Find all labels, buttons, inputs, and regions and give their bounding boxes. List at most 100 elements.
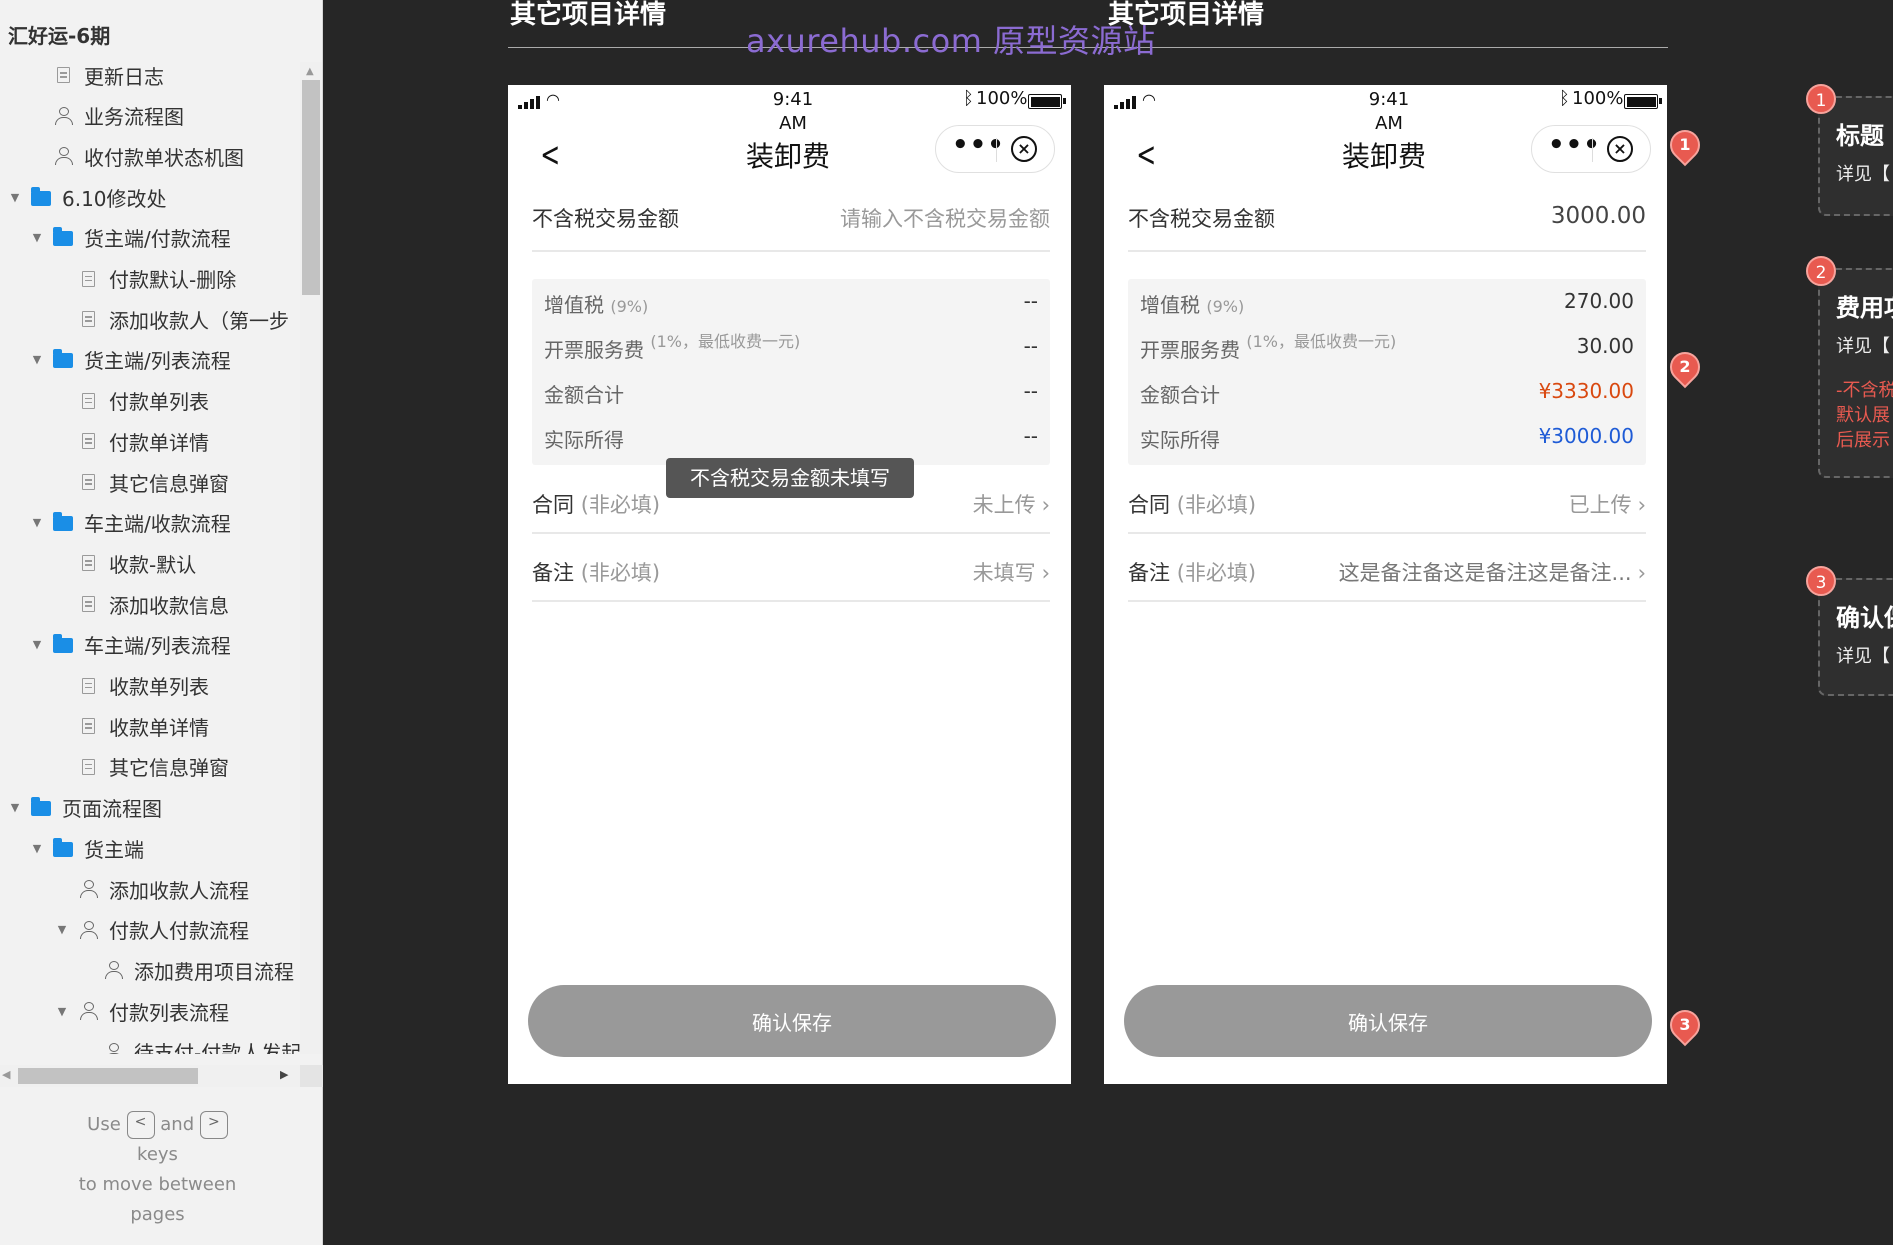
amount-row[interactable]: 不含税交易金额 3000.00 [1128, 203, 1646, 233]
close-icon[interactable]: × [1011, 136, 1037, 162]
sidebar-item-label: 收款-默认 [109, 552, 197, 577]
battery-percent: 100% [976, 88, 1028, 109]
sidebar-tree-item[interactable]: 业务流程图 [30, 97, 184, 135]
hint-line3: pages [130, 1204, 185, 1225]
contract-optional: (非必填) [580, 493, 661, 517]
battery-percent: 100% [1572, 88, 1624, 109]
sidebar-tree-item[interactable]: 付款单列表 [55, 382, 209, 420]
sidebar-tree-item[interactable]: 添加收款信息 [55, 585, 229, 623]
sidebar-tree-item[interactable]: 付款默认-删除 [55, 260, 236, 298]
scroll-left-arrow-icon[interactable]: ◀ [2, 1068, 10, 1081]
expand-arrow-icon[interactable]: ▼ [55, 923, 69, 936]
confirm-save-button[interactable]: 确认保存 [1124, 985, 1652, 1057]
flow-icon [77, 920, 99, 940]
horizontal-scroll-thumb[interactable] [18, 1068, 198, 1084]
back-arrow-icon[interactable]: < [540, 135, 560, 175]
expand-arrow-icon[interactable]: ▼ [30, 231, 44, 244]
amount-row[interactable]: 不含税交易金额 请输入不含税交易金额 [532, 203, 1050, 233]
remark-value[interactable]: 这是备注备这是备注这是备注... › [1339, 557, 1646, 587]
expand-arrow-icon[interactable]: ▼ [30, 353, 44, 366]
scroll-up-arrow-icon[interactable]: ▲ [306, 66, 314, 77]
mini-program-capsule[interactable]: ••• × [1531, 125, 1651, 173]
annotation-marker-1[interactable]: 1 [1663, 123, 1707, 167]
note-title: 费用项 [1836, 294, 1893, 322]
note-text: 详见【 [1836, 646, 1890, 667]
page-icon [77, 594, 99, 614]
sidebar-tree-item[interactable]: ▼ 付款人付款流程 [55, 911, 249, 949]
sidebar-tree-item[interactable]: 其它信息弹窗 [55, 748, 229, 786]
sidebar-item-label: 货主端/列表流程 [84, 349, 231, 374]
net-label: 实际所得 [544, 428, 624, 452]
chevron-right-icon: › [1637, 561, 1646, 585]
expand-arrow-icon[interactable]: ▼ [8, 801, 22, 814]
contract-value[interactable]: 未上传 › [973, 489, 1050, 519]
sidebar-tree-item[interactable]: 添加收款人流程 [55, 870, 249, 908]
sidebar-tree-item[interactable]: ▼ 车主端/收款流程 [30, 504, 231, 542]
marker-number: 3 [1679, 1015, 1691, 1034]
vat-label: 增值税 [544, 293, 604, 317]
sidebar-tree-item[interactable]: ▼ 付款列表流程 [55, 992, 229, 1030]
battery-icon [1028, 94, 1066, 109]
total-row: 金额合计 ¥3330.00 [1140, 379, 1634, 408]
scroll-corner [300, 1065, 323, 1087]
mini-program-capsule[interactable]: ••• × [935, 125, 1055, 173]
expand-arrow-icon[interactable]: ▼ [30, 638, 44, 651]
annotation-marker-3[interactable]: 3 [1663, 1003, 1707, 1047]
page-title: 装卸费 [745, 140, 830, 173]
close-icon[interactable]: × [1607, 136, 1633, 162]
sidebar-item-label: 业务流程图 [84, 105, 184, 130]
sidebar-item-label: 更新日志 [84, 64, 164, 89]
divider [532, 250, 1050, 252]
sidebar-tree-item[interactable]: ▼ 货主端/列表流程 [30, 341, 231, 379]
sidebar-tree-item[interactable]: 添加收款人（第一步 [55, 300, 289, 338]
horizontal-scrollbar[interactable]: ◀ ▶ [0, 1065, 323, 1087]
sidebar-tree-item[interactable]: 收付款单状态机图 [30, 137, 244, 175]
sidebar-tree-item[interactable]: 添加费用项目流程 [80, 951, 294, 989]
vertical-scroll-thumb[interactable] [302, 80, 320, 295]
marker-number: 2 [1679, 357, 1691, 376]
sidebar-tree-item[interactable]: ▼ 货主端/付款流程 [30, 219, 231, 257]
page-icon [77, 431, 99, 451]
remark-value[interactable]: 未填写 › [973, 557, 1050, 587]
annotation-note-2: 费用项 详见【 -不含税 默认展 后展示 [1818, 268, 1893, 478]
bluetooth-icon: ᛒ [1559, 88, 1570, 109]
sidebar-tree-item[interactable]: ▼ 车主端/列表流程 [30, 626, 231, 664]
keyboard-nav-hint: Use < and > keys to move between pages [40, 1110, 275, 1230]
sidebar-tree-item[interactable]: 付款单详情 [55, 422, 209, 460]
vertical-scrollbar[interactable]: ▲ [300, 62, 322, 1054]
chevron-right-icon: › [1637, 493, 1646, 517]
expand-arrow-icon[interactable]: ▼ [8, 191, 22, 204]
sidebar-tree-item[interactable]: ▼ 页面流程图 [8, 789, 162, 827]
toast-message: 不含税交易金额未填写 [666, 458, 914, 498]
note-title: 标题 [1836, 122, 1884, 150]
expand-arrow-icon[interactable]: ▼ [30, 842, 44, 855]
sidebar-tree-item[interactable]: 更新日志 [30, 56, 164, 94]
remark-row[interactable]: 备注 (非必填) 这是备注备这是备注这是备注... › [1128, 557, 1646, 587]
sidebar-tree-item[interactable]: 待支付-付款人发起 [80, 1033, 300, 1054]
service-fee-row: 开票服务费 (1%，最低收费一元) 30.00 [1140, 334, 1634, 363]
folder-icon [30, 797, 52, 818]
sidebar-tree-item[interactable]: 收款单列表 [55, 667, 209, 705]
expand-arrow-icon[interactable]: ▼ [30, 516, 44, 529]
contract-value[interactable]: 已上传 › [1569, 489, 1646, 519]
expand-arrow-icon[interactable]: ▼ [55, 1005, 69, 1018]
amount-input[interactable]: 请输入不含税交易金额 [840, 203, 1050, 233]
sidebar-tree-item[interactable]: 其它信息弹窗 [55, 463, 229, 501]
scroll-right-arrow-icon[interactable]: ▶ [280, 1068, 288, 1081]
sidebar-item-label: 其它信息弹窗 [109, 471, 229, 496]
sidebar-item-label: 其它信息弹窗 [109, 756, 229, 781]
vat-row: 增值税 (9%) 270.00 [1140, 289, 1634, 318]
sidebar-tree-item[interactable]: 收款单详情 [55, 707, 209, 745]
annotation-marker-2[interactable]: 2 [1663, 345, 1707, 389]
sidebar-tree-item[interactable]: ▼ 6.10修改处 [8, 178, 167, 216]
capsule-divider [1592, 138, 1593, 162]
sidebar-tree-item[interactable]: ▼ 货主端 [30, 829, 144, 867]
sidebar-tree-item[interactable]: 收款-默认 [55, 544, 196, 582]
amount-input[interactable]: 3000.00 [1551, 203, 1646, 229]
back-arrow-icon[interactable]: < [1136, 135, 1156, 175]
contract-row[interactable]: 合同 (非必填) 已上传 › [1128, 489, 1646, 519]
amount-label: 不含税交易金额 [1128, 207, 1275, 231]
confirm-save-button[interactable]: 确认保存 [528, 985, 1056, 1057]
marker-number: 1 [1679, 135, 1691, 154]
remark-row[interactable]: 备注 (非必填) 未填写 › [532, 557, 1050, 587]
